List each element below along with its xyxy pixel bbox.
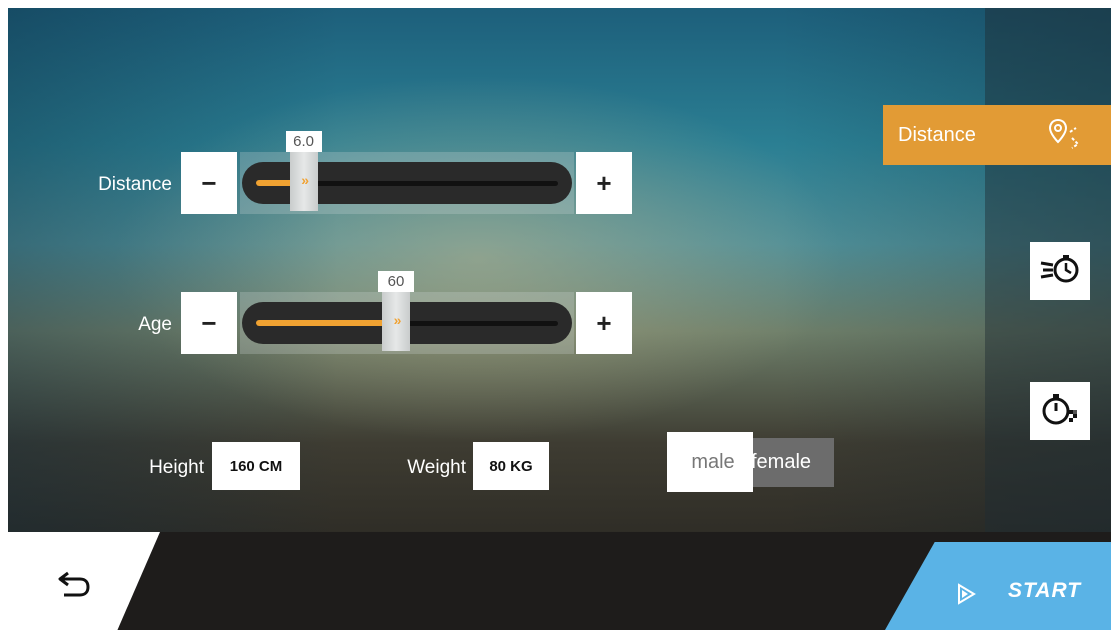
play-icon — [956, 582, 978, 611]
mode-speed-time-button[interactable] — [1030, 242, 1090, 300]
distance-slider[interactable]: » — [240, 149, 574, 214]
age-slider[interactable]: » — [240, 289, 574, 354]
weight-field[interactable]: 80 KG — [473, 442, 549, 490]
gender-female-option[interactable]: female — [747, 438, 834, 487]
distance-plus-button[interactable]: + — [576, 152, 632, 214]
age-fill — [256, 320, 398, 326]
mode-stopwatch-button[interactable] — [1030, 382, 1090, 440]
start-label: START — [1008, 579, 1082, 602]
distance-label: Distance — [98, 174, 172, 195]
speed-timer-icon — [1039, 253, 1081, 290]
distance-value: 6.0 — [285, 131, 322, 152]
route-pin-icon — [1048, 118, 1082, 155]
age-thumb[interactable]: » — [382, 289, 410, 351]
distance-minus-button[interactable]: − — [181, 152, 237, 214]
height-field[interactable]: 160 CM — [212, 442, 300, 490]
tab-distance-label: Distance — [898, 123, 976, 146]
age-label: Age — [138, 314, 172, 335]
distance-thumb[interactable]: » — [289, 149, 318, 211]
height-label: Height — [149, 457, 204, 478]
age-minus-button[interactable]: − — [181, 292, 237, 354]
weight-label: Weight — [407, 457, 466, 478]
stopwatch-flag-icon — [1041, 392, 1079, 431]
back-arrow-icon — [56, 569, 92, 604]
gender-male-option[interactable]: male — [667, 432, 753, 492]
screen: Distance Distance − » 6.0 + Age − » 60 +… — [8, 8, 1111, 630]
age-plus-button[interactable]: + — [576, 292, 632, 354]
age-value: 60 — [378, 271, 414, 292]
